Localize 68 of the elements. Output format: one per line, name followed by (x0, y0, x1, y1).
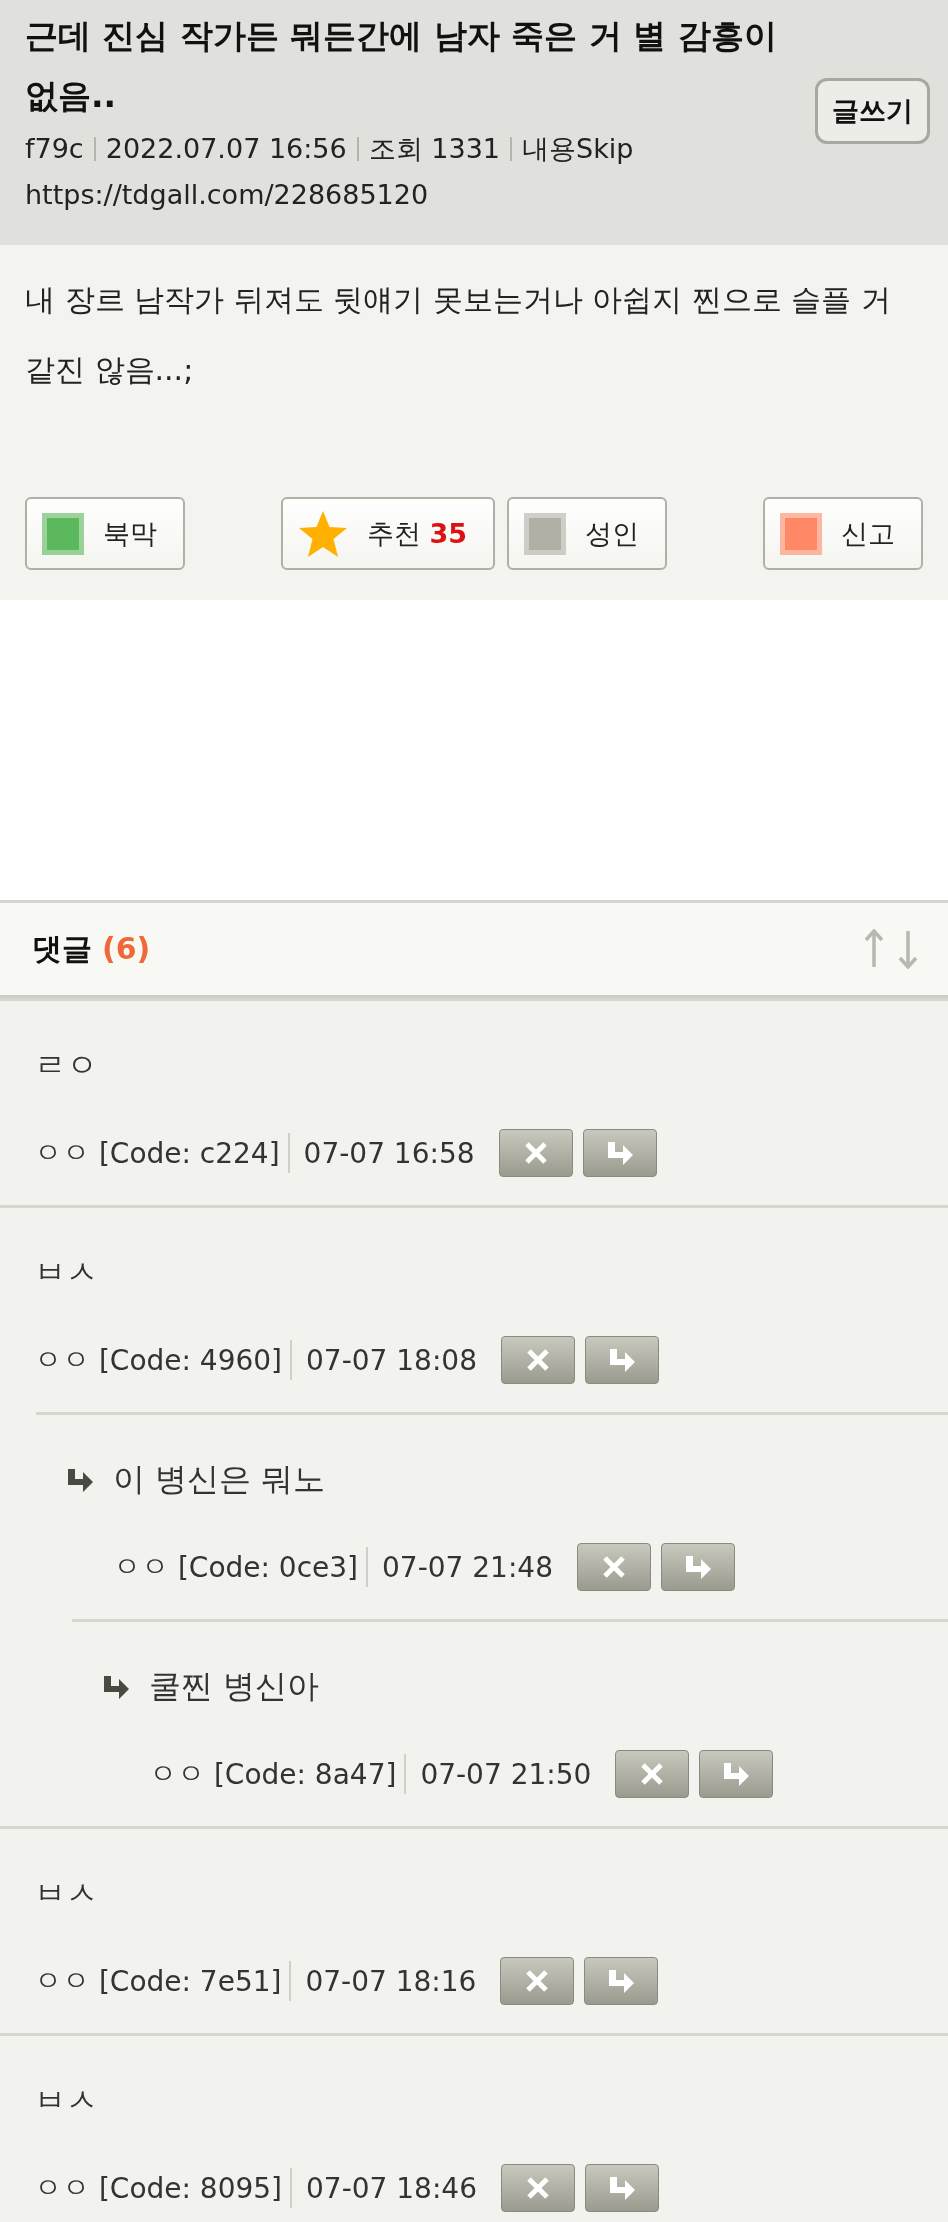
write-button[interactable]: 글쓰기 (815, 78, 930, 144)
adult-button[interactable]: 성인 (507, 497, 668, 570)
reply-icon (683, 1554, 713, 1580)
comment-text: 이 병신은 뭐노 (113, 1459, 326, 1500)
comment-time: 07-07 16:58 (303, 1136, 475, 1170)
close-icon (639, 1761, 666, 1787)
reply-arrow-icon (101, 1674, 131, 1700)
comment-author: ㅇㅇ (34, 1135, 90, 1171)
report-button[interactable]: 신고 (763, 497, 923, 570)
reply-button[interactable] (585, 2164, 659, 2212)
comment-text: ㄹㅇ (34, 1045, 98, 1086)
close-icon (524, 1968, 551, 1994)
comment-author: ㅇㅇ (34, 1342, 90, 1378)
comment-time: 07-07 21:50 (420, 1757, 592, 1791)
comment-code: [Code: c224] (98, 1136, 280, 1170)
comment-code: [Code: 0ce3] (177, 1550, 359, 1584)
comment-time: 07-07 18:46 (306, 2171, 477, 2205)
comment-time: 07-07 18:08 (306, 1343, 477, 1377)
up-arrow-icon[interactable] (864, 929, 884, 969)
comment-code: [Code: 7e51] (98, 1964, 282, 1998)
recommend-button[interactable]: 추천 35 (280, 497, 496, 570)
comment-code: [Code: 8a47] (213, 1757, 397, 1791)
square-icon (523, 511, 568, 556)
delete-button[interactable] (501, 1336, 575, 1384)
post-meta: 조회 1331 (368, 132, 500, 166)
reply-button[interactable] (661, 1543, 735, 1591)
post-meta: 2022.07.07 16:56 (105, 132, 347, 166)
close-icon (525, 1347, 551, 1373)
comments-title: 댓글 (32, 929, 92, 968)
comment-count: (6) (102, 930, 151, 966)
comment-code: [Code: 8095] (98, 2171, 283, 2205)
post-meta: f79c (25, 132, 84, 166)
down-arrow-icon[interactable] (898, 929, 918, 969)
close-icon (522, 1140, 549, 1166)
reply-button[interactable] (699, 1750, 774, 1798)
bookmark-button[interactable]: 북막 (25, 497, 185, 570)
delete-button[interactable] (500, 1957, 575, 2005)
reply-icon (721, 1761, 752, 1787)
close-icon (601, 1554, 627, 1580)
close-icon (525, 2175, 551, 2201)
post-text: 내 장르 남작가 뒤져도 뒷얘기 못보는거나 아쉽지 찐으로 슬플 거 같진 않음...; (25, 281, 892, 389)
reply-icon (607, 1347, 637, 1373)
reply-arrow-icon (65, 1467, 95, 1493)
reply-button[interactable] (584, 1957, 659, 2005)
square-icon (779, 511, 823, 556)
delete-button[interactable] (577, 1543, 651, 1591)
comment-author: ㅇㅇ (113, 1549, 169, 1585)
reply-button[interactable] (582, 1129, 657, 1177)
comment-text: ㅂㅅ (34, 1873, 98, 1914)
reply-icon (607, 2175, 637, 2201)
post-meta: 내용Skip (522, 132, 634, 166)
comment-time: 07-07 21:48 (382, 1550, 553, 1584)
comment-code: [Code: 4960] (98, 1343, 283, 1377)
comment-text: 쿨찐 병신아 (149, 1666, 320, 1707)
reply-icon (606, 1968, 637, 1994)
comment-author: ㅇㅇ (34, 2170, 90, 2206)
reply-button[interactable] (585, 1336, 659, 1384)
post-title: 근데 진심 작가든 뭐든간에 남자 죽은 거 별 감흥이 없음.. (25, 15, 778, 117)
delete-button[interactable] (498, 1129, 573, 1177)
comment-time: 07-07 18:16 (305, 1964, 477, 1998)
comment-text: ㅂㅅ (34, 1252, 98, 1293)
delete-button[interactable] (501, 2164, 575, 2212)
post-link[interactable]: https://tdgall.com/228685120 (25, 172, 429, 218)
delete-button[interactable] (615, 1750, 690, 1798)
comment-author: ㅇㅇ (149, 1756, 205, 1792)
comment-text: ㅂㅅ (34, 2080, 98, 2121)
square-icon (41, 511, 85, 556)
comment-author: ㅇㅇ (34, 1963, 90, 1999)
